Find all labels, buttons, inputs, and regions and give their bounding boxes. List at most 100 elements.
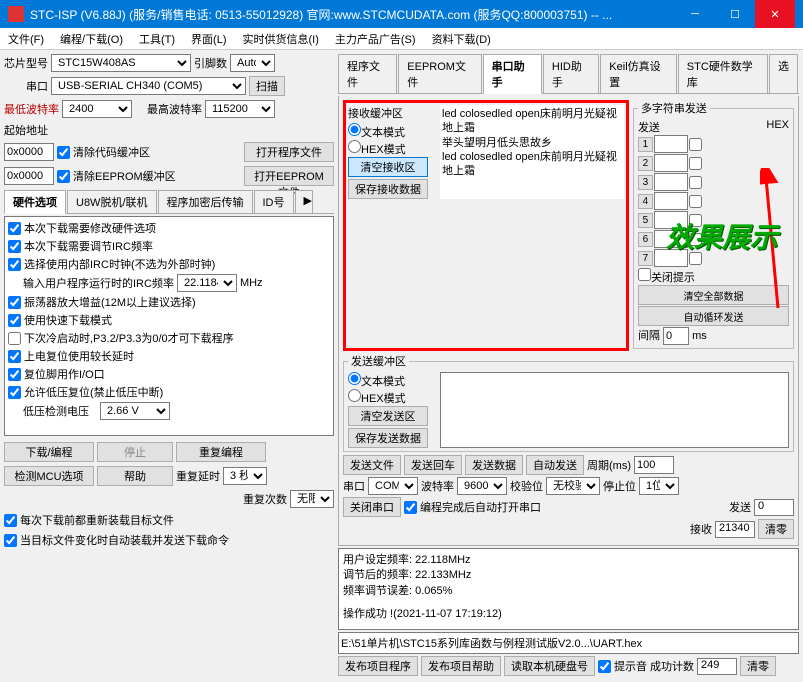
tab-serial[interactable]: 串口助手 (483, 54, 542, 94)
hwopt-7[interactable] (8, 368, 21, 381)
ms-3[interactable]: 3 (638, 175, 653, 190)
clear-send-button[interactable]: 清空发送区 (348, 406, 428, 426)
hwopt-5[interactable] (8, 332, 21, 345)
send-textarea[interactable] (440, 372, 789, 448)
serial-baud-select[interactable]: 9600 (457, 477, 507, 495)
help-button[interactable]: 帮助 (97, 466, 173, 486)
tab-id[interactable]: ID号 (254, 190, 294, 213)
chip-select[interactable]: STC15W408AS (51, 54, 191, 72)
tab-progfile[interactable]: 程序文件 (338, 54, 397, 93)
ms-4[interactable]: 4 (638, 194, 653, 209)
clear-count-button[interactable]: 清零 (758, 519, 794, 539)
ms-hex-6[interactable] (689, 233, 702, 246)
maxbaud-select[interactable]: 115200 (205, 100, 275, 118)
pins-select[interactable]: Auto (230, 54, 275, 72)
menu-ui[interactable]: 界面(L) (187, 29, 230, 49)
clear-ee-chk[interactable] (57, 170, 70, 183)
ms-input-7[interactable] (654, 249, 688, 267)
clear-recv-button[interactable]: 清空接收区 (348, 157, 428, 177)
tab-more[interactable]: 选 (769, 54, 798, 93)
save-send-button[interactable]: 保存发送数据 (348, 428, 428, 448)
tab-right-arrow[interactable]: ▶ (295, 190, 313, 213)
menu-supply[interactable]: 实时供货信息(I) (239, 29, 323, 49)
open-ee-button[interactable]: 打开EEPROM文件 (244, 166, 334, 186)
open-code-button[interactable]: 打开程序文件 (244, 142, 334, 162)
ms-1[interactable]: 1 (638, 137, 653, 152)
hwopt-0[interactable] (8, 222, 21, 235)
recv-text-radio[interactable] (348, 123, 361, 136)
stop-button[interactable]: 停止 (97, 442, 173, 462)
ms-hex-5[interactable] (689, 214, 702, 227)
irc-select[interactable]: 22.1184 (177, 274, 237, 292)
hwopt-4[interactable] (8, 314, 21, 327)
serial-parity-select[interactable]: 无校验 (546, 477, 600, 495)
close-serial-button[interactable]: 关闭串口 (343, 497, 401, 517)
hwopt-6[interactable] (8, 350, 21, 363)
tab-math[interactable]: STC硬件数学库 (678, 54, 768, 93)
code-addr-input[interactable] (4, 143, 54, 161)
tab-u8w[interactable]: U8W脱机/联机 (67, 190, 157, 213)
ms-7[interactable]: 7 (638, 251, 653, 266)
menu-program[interactable]: 编程/下载(O) (56, 29, 127, 49)
reload-chk[interactable] (4, 514, 17, 527)
close-tip-chk[interactable] (638, 268, 651, 281)
minimize-button[interactable]: ─ (675, 0, 715, 28)
tab-eefile[interactable]: EEPROM文件 (398, 54, 481, 93)
autosend-button[interactable]: 自动发送 (526, 455, 584, 475)
send-hex-radio[interactable] (348, 389, 361, 402)
send-text-radio[interactable] (348, 372, 361, 385)
tab-keil[interactable]: Keil仿真设置 (600, 54, 676, 93)
close-button[interactable]: ✕ (755, 0, 795, 28)
count-select[interactable]: 无限 (290, 490, 334, 508)
ms-hex-3[interactable] (689, 176, 702, 189)
maximize-button[interactable]: ☐ (715, 0, 755, 28)
ms-hex-7[interactable] (689, 252, 702, 265)
menu-tools[interactable]: 工具(T) (135, 29, 179, 49)
ee-addr-input[interactable] (4, 167, 54, 185)
minbaud-select[interactable]: 2400 (62, 100, 132, 118)
hwopt-3[interactable] (8, 296, 21, 309)
sendfile-button[interactable]: 发送文件 (343, 455, 401, 475)
autoopen-chk[interactable] (404, 501, 417, 514)
clear-success-button[interactable]: 清零 (740, 656, 776, 676)
ms-input-6[interactable] (654, 230, 688, 248)
tab-hwopt[interactable]: 硬件选项 (4, 190, 66, 214)
ms-input-1[interactable] (654, 135, 688, 153)
ms-2[interactable]: 2 (638, 156, 653, 171)
hwopt-2[interactable] (8, 258, 21, 271)
hwopt-8[interactable] (8, 386, 21, 399)
auto-cycle-button[interactable]: 自动循环发送 (638, 306, 789, 326)
period-input[interactable] (634, 456, 674, 474)
autoload-chk[interactable] (4, 534, 17, 547)
lowv-select[interactable]: 2.66 V (100, 402, 170, 420)
ms-hex-2[interactable] (689, 157, 702, 170)
serial-port-select[interactable]: COM5 (368, 477, 418, 495)
port-select[interactable]: USB-SERIAL CH340 (COM5) (51, 77, 246, 95)
menu-download[interactable]: 资料下载(D) (428, 29, 495, 49)
recv-textarea[interactable]: led colosedled open床前明月光疑视地上霜 举头望明月低头思故乡… (440, 105, 624, 199)
ms-5[interactable]: 5 (638, 213, 653, 228)
senddata-button[interactable]: 发送数据 (465, 455, 523, 475)
reprogram-button[interactable]: 重复编程 (176, 442, 266, 462)
sendcr-button[interactable]: 发送回车 (404, 455, 462, 475)
ms-6[interactable]: 6 (638, 232, 653, 247)
clear-code-chk[interactable] (57, 146, 70, 159)
ms-hex-4[interactable] (689, 195, 702, 208)
recv-hex-radio[interactable] (348, 140, 361, 153)
pub-prog-button[interactable]: 发布项目程序 (338, 656, 418, 676)
tab-encrypt[interactable]: 程序加密后传输 (158, 190, 253, 213)
scan-button[interactable]: 扫描 (249, 76, 285, 96)
pub-help-button[interactable]: 发布项目帮助 (421, 656, 501, 676)
ms-input-5[interactable] (654, 211, 688, 229)
ms-hex-1[interactable] (689, 138, 702, 151)
read-disk-button[interactable]: 读取本机硬盘号 (504, 656, 595, 676)
ms-input-4[interactable] (654, 192, 688, 210)
sound-chk[interactable] (598, 660, 611, 673)
ms-input-2[interactable] (654, 154, 688, 172)
ms-input-3[interactable] (654, 173, 688, 191)
hwopt-1[interactable] (8, 240, 21, 253)
delay-select[interactable]: 3 秒 (223, 467, 267, 485)
menu-ads[interactable]: 主力产品广告(S) (331, 29, 420, 49)
serial-stop-select[interactable]: 1位 (639, 477, 679, 495)
gap-input[interactable] (663, 327, 689, 345)
